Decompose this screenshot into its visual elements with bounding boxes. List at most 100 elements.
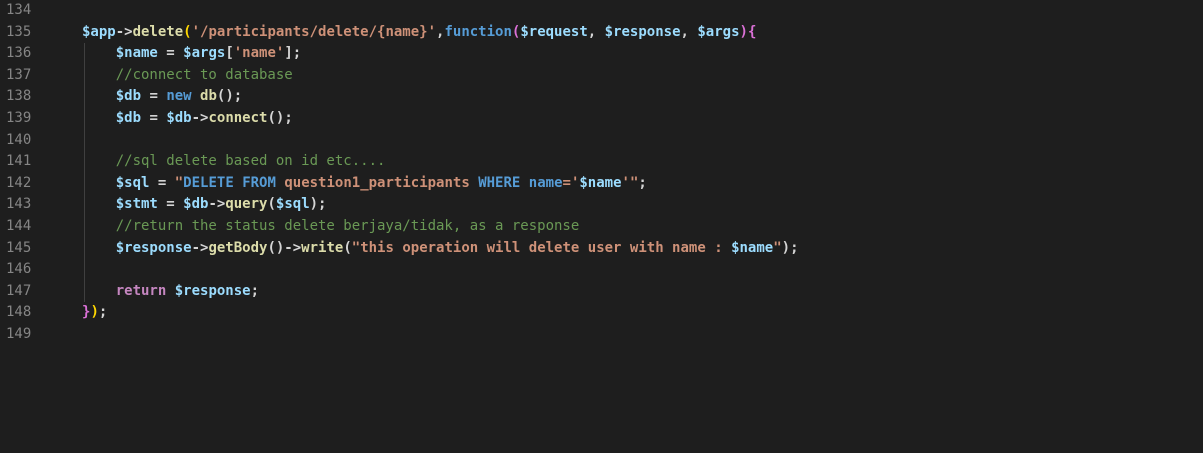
code-token: ": [174, 174, 184, 191]
code-token: [: [225, 45, 234, 62]
code-line[interactable]: 136 $name = $args['name'];: [0, 43, 1203, 65]
code-token: FROM: [242, 174, 276, 191]
code-text: $app->delete('/participants/delete/{name…: [82, 22, 756, 44]
code-token: $args: [697, 23, 740, 40]
code-line[interactable]: 137 //connect to database: [0, 64, 1203, 87]
code-token: query: [225, 196, 268, 213]
code-token: "this operation will delete user with na…: [351, 239, 732, 256]
line-number: 138: [6, 88, 32, 105]
code-token: ->: [115, 23, 133, 40]
code-token: ->: [208, 196, 226, 213]
code-token: ,: [680, 23, 698, 40]
code-token: =: [141, 109, 167, 126]
code-line[interactable]: 142 $sql = "DELETE FROM question1_partic…: [0, 172, 1203, 195]
line-number: 149: [6, 325, 32, 342]
code-token: $response: [174, 282, 251, 299]
code-token: (: [343, 239, 352, 256]
code-token: ): [739, 23, 748, 40]
code-line[interactable]: 148});: [0, 302, 1203, 324]
code-text: });: [82, 302, 107, 324]
code-token: ->: [191, 239, 209, 256]
code-token: ()->: [267, 239, 302, 256]
code-token: $name: [579, 174, 622, 191]
code-token: ->: [191, 109, 209, 126]
code-line[interactable]: 146: [0, 259, 1203, 281]
code-line[interactable]: 141 //sql delete based on id etc....: [0, 151, 1203, 173]
code-token: name: [528, 174, 563, 191]
code-token: $db: [82, 109, 142, 126]
code-token: //return the status delete berjaya/tidak…: [82, 217, 580, 234]
code-text: $stmt = $db->query($sql);: [82, 194, 327, 216]
code-line[interactable]: 149: [0, 324, 1203, 346]
code-line[interactable]: 140: [0, 129, 1203, 152]
code-text: //sql delete based on id etc....: [82, 151, 386, 173]
code-token: ;: [98, 304, 108, 321]
code-area[interactable]: 134 135 $app->delete('/participants/delete…: [0, 0, 1203, 346]
code-token: ): [90, 304, 99, 321]
code-token: );: [309, 196, 327, 213]
code-token: connect: [208, 109, 268, 126]
indent-guide: [84, 129, 85, 152]
line-number: 146: [6, 261, 32, 278]
code-line[interactable]: 135 $app->delete('/participants/delete/{n…: [0, 22, 1203, 44]
code-line[interactable]: 139 $db = $db->connect();: [0, 107, 1203, 130]
code-token: );: [781, 239, 799, 256]
code-token: $app: [82, 23, 116, 40]
code-text: //return the status delete berjaya/tidak…: [82, 216, 580, 238]
code-token: write: [301, 239, 344, 256]
code-line[interactable]: 138 $db = new db();: [0, 86, 1203, 108]
code-token: =: [157, 196, 184, 213]
line-number: 148: [6, 304, 32, 321]
line-number: 143: [6, 196, 32, 213]
code-editor[interactable]: 134 135 $app->delete('/participants/delete…: [0, 0, 1203, 453]
code-text: //connect to database: [82, 65, 293, 87]
code-token: function: [444, 23, 512, 40]
line-number: 140: [6, 131, 32, 148]
code-token: $db: [183, 196, 209, 213]
code-line[interactable]: 147 return $response;: [0, 280, 1203, 303]
code-token: getBody: [208, 239, 268, 256]
code-token: //connect to database: [82, 66, 293, 83]
code-token: DELETE: [183, 174, 234, 191]
line-number: 141: [6, 153, 32, 170]
indent-guide: [84, 259, 85, 281]
code-token: db: [200, 88, 217, 105]
code-text: $db = new db();: [82, 86, 243, 108]
code-text: $name = $args['name'];: [82, 43, 301, 65]
line-number: 147: [6, 282, 32, 299]
code-text: return $response;: [82, 281, 259, 303]
code-token: WHERE: [478, 174, 521, 191]
code-token: question1_participants: [275, 174, 479, 191]
code-token: $args: [183, 45, 226, 62]
code-token: ,: [587, 23, 605, 40]
code-token: delete: [132, 23, 184, 40]
code-token: $response: [82, 239, 192, 256]
line-number: 137: [6, 66, 32, 83]
code-token: (: [267, 196, 276, 213]
code-line[interactable]: 134: [0, 0, 1203, 22]
code-text: $db = $db->connect();: [82, 108, 293, 130]
code-line[interactable]: 143 $stmt = $db->query($sql);: [0, 194, 1203, 216]
code-token: $sql: [82, 174, 150, 191]
code-token: $stmt: [82, 196, 158, 213]
code-line[interactable]: 145 $response->getBody()->write("this op…: [0, 237, 1203, 260]
code-token: '/participants/delete/{name}': [191, 23, 437, 40]
code-token: $request: [520, 23, 588, 40]
code-token: ": [773, 239, 782, 256]
code-line[interactable]: 144 //return the status delete berjaya/t…: [0, 215, 1203, 238]
code-text: $sql = "DELETE FROM question1_participan…: [82, 173, 647, 195]
code-token: ;: [638, 174, 647, 191]
code-token: (: [183, 23, 192, 40]
code-text: $response->getBody()->write("this operat…: [82, 238, 799, 260]
code-token: 'name': [233, 45, 285, 62]
line-number: 136: [6, 45, 32, 62]
code-token: ];: [284, 45, 302, 62]
code-token: $sql: [275, 196, 310, 213]
line-number: 142: [6, 174, 32, 191]
code-token: {: [747, 23, 757, 40]
code-token: $db: [82, 88, 142, 105]
